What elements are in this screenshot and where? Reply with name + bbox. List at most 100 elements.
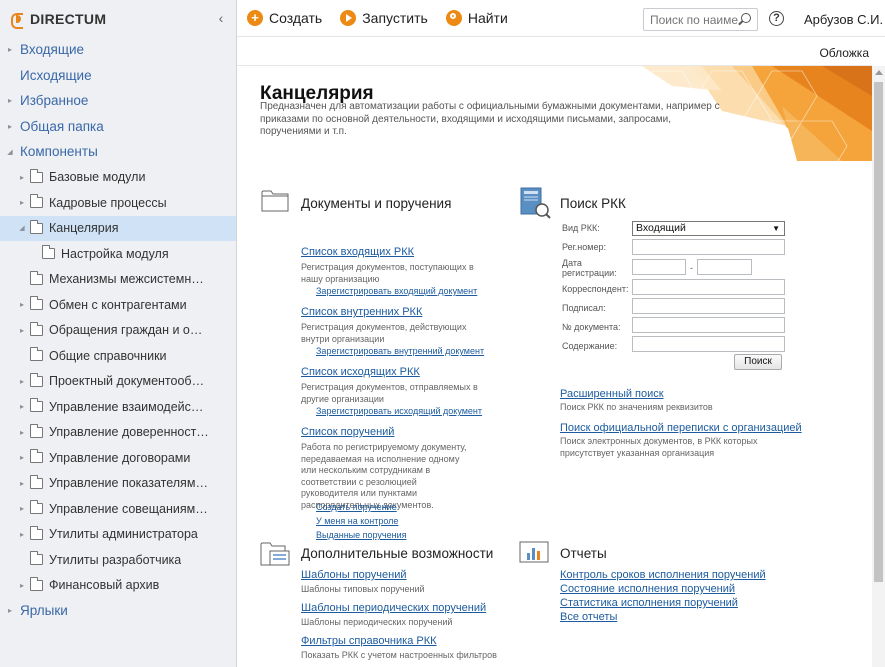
sidebar-item[interactable]: Общие справочники [0,343,236,369]
org-correspondence-link[interactable]: Поиск официальной переписки с организаци… [560,422,802,434]
expanded-triangle-icon[interactable]: ◢ [6,148,14,156]
sidebar-item[interactable]: ▸ Обмен с контрагентами [0,292,236,318]
document-action-link[interactable]: Зарегистрировать входящий документ [316,286,477,296]
collapsed-triangle-icon[interactable]: ▸ [18,198,26,207]
collapsed-triangle-icon[interactable]: ▸ [6,606,14,615]
help-icon[interactable]: ? [769,11,784,26]
find-button[interactable]: Найти [445,10,508,26]
vertical-scrollbar[interactable] [872,66,885,667]
create-button[interactable]: + Создать [247,10,322,26]
collapsed-triangle-icon[interactable]: ▸ [18,402,26,411]
reg-date-to-input[interactable] [697,259,752,275]
sidebar-item[interactable]: Настройка модуля [0,241,236,267]
scroll-up-arrow-icon[interactable] [875,70,883,75]
rkk-search-button[interactable]: Поиск [734,354,782,370]
collapsed-triangle-icon[interactable]: ▸ [18,453,26,462]
sidebar-item[interactable]: ▸ Управление договорами [0,445,236,471]
rkk-type-select[interactable]: Входящий ▼ [632,221,785,236]
collapsed-triangle-icon[interactable]: ▸ [18,428,26,437]
document-list-link[interactable]: Список входящих РКК [301,246,414,258]
sidebar-item-label: Компоненты [20,144,98,160]
content-label: Содержание: [562,341,618,351]
collapsed-triangle-icon[interactable]: ▸ [18,300,26,309]
sidebar-item[interactable]: ▸ Общая папка [0,114,236,140]
search-input[interactable] [650,12,742,27]
collapsed-triangle-icon[interactable]: ▸ [18,377,26,386]
sidebar-item[interactable]: ▸ Управление взаимодействием [0,394,236,420]
document-action-link[interactable]: У меня на контроле [316,516,398,526]
collapsed-triangle-icon[interactable]: ▸ [18,173,26,182]
folder-icon [30,500,43,515]
collapsed-triangle-icon[interactable]: ▸ [18,581,26,590]
sidebar-item[interactable]: ◢ Канцелярия [0,215,236,241]
document-list-link[interactable]: Список внутренних РКК [301,306,422,318]
sidebar-item-label: Утилиты разработчика [49,552,182,567]
sidebar-item[interactable]: ▸ Утилиты администратора [0,522,236,548]
folder-icon [30,423,43,438]
run-label: Запустить [362,10,428,26]
collapsed-triangle-icon[interactable]: ▸ [18,326,26,335]
play-icon [340,10,357,26]
cover-link[interactable]: Обложка [819,46,869,60]
sidebar-item[interactable]: ▸ Управление совещаниями и ВКС [0,496,236,522]
report-link[interactable]: Состояние исполнения поручений [560,583,735,595]
folder-icon [30,372,43,387]
correspondent-input[interactable] [632,279,785,295]
sidebar-item[interactable]: ▸ Управление показателями эффективности [0,471,236,497]
signed-input[interactable] [632,298,785,314]
document-action-link[interactable]: Зарегистрировать внутренний документ [316,346,484,356]
document-action-link[interactable]: Создать поручение [316,502,397,512]
sidebar-item-label: Ярлыки [20,603,68,619]
sidebar-item[interactable]: Исходящие [0,63,236,89]
document-action-link[interactable]: Выданные поручения [316,530,407,540]
sidebar-item-label: Обращения граждан и организаций [49,323,209,338]
document-action-link[interactable]: Зарегистрировать исходящий документ [316,406,482,416]
reg-date-from-input[interactable] [632,259,686,275]
doc-number-label: № документа: [562,322,621,332]
report-link[interactable]: Статистика исполнения поручений [560,597,738,609]
collapsed-triangle-icon[interactable]: ▸ [6,96,14,105]
sidebar-item[interactable]: ▸ Обращения граждан и организаций [0,318,236,344]
sidebar-item[interactable]: Утилиты разработчика [0,547,236,573]
extra-feature-link[interactable]: Шаблоны поручений [301,569,406,581]
directum-logo-icon [11,12,25,29]
logo-text: DIRECTUM [30,10,107,27]
sidebar-item[interactable]: ▸ Ярлыки [0,598,236,624]
chevron-left-icon[interactable]: ‹ [214,10,228,26]
run-button[interactable]: Запустить [340,10,428,26]
create-label: Создать [269,10,323,26]
document-list-link[interactable]: Список поручений [301,426,394,438]
sidebar-item[interactable]: ▸ Проектный документооборот [0,369,236,395]
search-box [643,8,758,31]
sidebar-item[interactable]: ▸ Управление доверенностями [0,420,236,446]
content-input[interactable] [632,336,785,352]
search-icon[interactable] [741,13,751,23]
sidebar-item[interactable]: ▸ Избранное [0,88,236,114]
extra-feature-link[interactable]: Фильтры справочника РКК [301,635,437,647]
collapsed-triangle-icon[interactable]: ▸ [6,122,14,131]
sidebar-item[interactable]: ▸ Кадровые процессы [0,190,236,216]
folder-list-icon [260,542,290,566]
sidebar-item[interactable]: ▸ Базовые модули [0,165,236,191]
reg-number-input[interactable] [632,239,785,255]
report-link[interactable]: Все отчеты [560,611,617,623]
sidebar-item[interactable]: ▸ Финансовый архив [0,573,236,599]
user-menu[interactable]: Арбузов С.И. [804,12,883,27]
sidebar-item[interactable]: ▸ Входящие [0,37,236,63]
collapsed-triangle-icon[interactable]: ▸ [18,530,26,539]
scrollbar-thumb[interactable] [874,82,883,582]
navigation-sidebar: DIRECTUM ‹ ▸ Входящие Исходящие ▸ Избранное ▸… [0,0,237,667]
collapsed-triangle-icon[interactable]: ▸ [18,479,26,488]
doc-number-input[interactable] [632,317,785,333]
folder-icon [30,168,43,183]
expanded-triangle-icon[interactable]: ◢ [18,224,26,232]
plus-icon: + [247,10,263,26]
extra-feature-link[interactable]: Шаблоны периодических поручений [301,602,486,614]
report-link[interactable]: Контроль сроков исполнения поручений [560,569,766,581]
collapsed-triangle-icon[interactable]: ▸ [18,504,26,513]
sidebar-item[interactable]: ◢ Компоненты [0,139,236,165]
sidebar-item[interactable]: Механизмы межсистемного обмена [0,267,236,293]
extended-search-link[interactable]: Расширенный поиск [560,388,664,400]
collapsed-triangle-icon[interactable]: ▸ [6,45,14,54]
document-list-link[interactable]: Список исходящих РКК [301,366,420,378]
